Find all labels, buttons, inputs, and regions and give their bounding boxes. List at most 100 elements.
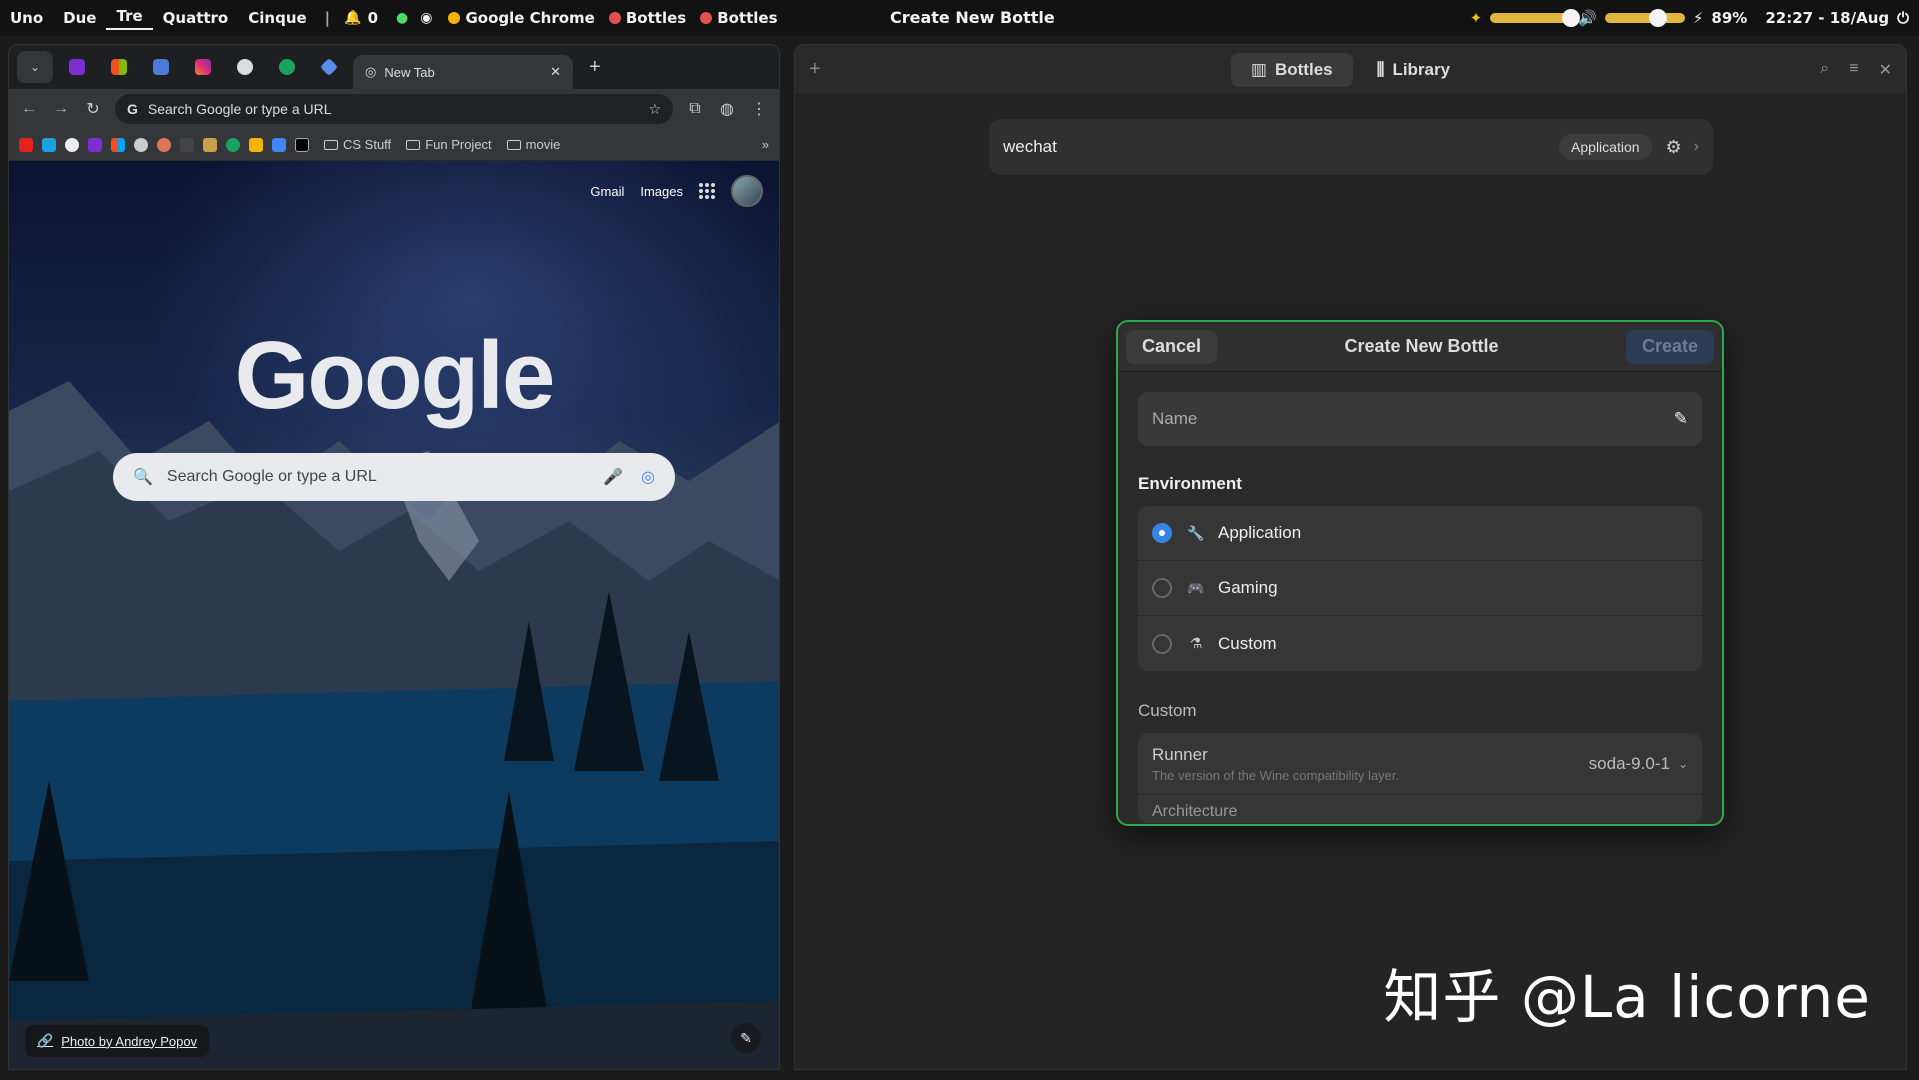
taskbar-bottles-1[interactable]: Bottles [608, 9, 686, 27]
runner-row[interactable]: Runner The version of the Wine compatibi… [1138, 733, 1702, 795]
pinned-tab-3[interactable] [143, 51, 179, 83]
view-bottles[interactable]: ▥ Bottles [1230, 52, 1353, 87]
brightness-slider[interactable] [1490, 9, 1581, 27]
bell-icon[interactable]: 🔔 [344, 10, 361, 26]
chart-icon[interactable] [272, 137, 286, 152]
forward-arrow-icon[interactable]: → [51, 100, 71, 118]
workspace-cinque[interactable]: Cinque [238, 9, 316, 27]
instagram-icon [195, 59, 211, 75]
create-bottle-dialog: Cancel Create New Bottle Create Name ✎ E… [1116, 320, 1724, 826]
microsoft-icon[interactable] [111, 137, 125, 152]
add-bottle-icon[interactable]: + [809, 58, 821, 81]
microphone-icon[interactable]: 🎤 [603, 467, 623, 487]
star-icon[interactable]: ☆ [648, 101, 661, 118]
search-icon: 🔍 [133, 469, 153, 486]
customize-pencil-icon[interactable]: ✎ [731, 1023, 761, 1053]
name-field[interactable]: Name ✎ [1138, 392, 1702, 446]
folder-label: movie [525, 137, 561, 152]
library-icon: ⫼ [1376, 59, 1385, 79]
claude-icon[interactable] [157, 137, 171, 152]
bottle-row-wechat[interactable]: wechat Application ⚙ › [989, 119, 1713, 175]
hamburger-menu-icon[interactable]: ≡ [1849, 60, 1858, 80]
workspace-due[interactable]: Due [53, 9, 106, 27]
environment-option-custom[interactable]: ⚗ Custom [1138, 616, 1702, 671]
bookmark-folder-movie[interactable]: movie [506, 137, 561, 152]
github-icon[interactable] [65, 137, 79, 152]
search-icon[interactable]: ⌕ [1820, 60, 1829, 80]
pinned-tab-2[interactable] [101, 51, 137, 83]
chrome-window: ⌄ ◎ New Tab ✕ + ← → ↻ G Search Google or… [8, 44, 780, 1070]
battery-level: 89% [1711, 9, 1748, 27]
pinned-tab-1[interactable] [59, 51, 95, 83]
power-icon[interactable]: ⏻ [1897, 9, 1909, 27]
create-button[interactable]: Create [1625, 329, 1714, 364]
stack-icon[interactable] [203, 137, 217, 152]
folder-icon [406, 139, 421, 150]
edit-pencil-icon[interactable]: ✎ [1674, 409, 1688, 429]
reload-icon[interactable]: ↻ [83, 99, 103, 119]
volume-slider[interactable] [1604, 9, 1685, 27]
close-icon[interactable]: ✕ [1879, 60, 1892, 80]
tab-new-tab[interactable]: ◎ New Tab ✕ [353, 55, 573, 89]
custom-section-title: Custom [1138, 701, 1197, 720]
pinned-tab-5[interactable] [227, 51, 263, 83]
environment-option-application[interactable]: 🔧 Application [1138, 506, 1702, 561]
bookmark-folder-fun-project[interactable]: Fun Project [406, 137, 492, 152]
cancel-button[interactable]: Cancel [1126, 329, 1218, 364]
leaf-icon[interactable] [226, 137, 240, 152]
taskbar-bottles-2[interactable]: Bottles [700, 9, 778, 27]
tab-search-button[interactable]: ⌄ [17, 51, 53, 83]
folder-label: CS Stuff [343, 137, 392, 152]
notion-icon[interactable] [295, 137, 309, 152]
taskbar-label: Bottles [717, 9, 778, 27]
yahoo-icon [69, 59, 85, 75]
wrench-icon: 🔧 [1187, 524, 1205, 541]
photo-credit[interactable]: 🔗 Photo by Andrey Popov [25, 1025, 210, 1057]
omnibox[interactable]: G Search Google or type a URL ☆ [115, 94, 673, 124]
apps-grid-icon[interactable] [699, 183, 715, 199]
bookmark-folder-cs-stuff[interactable]: CS Stuff [324, 137, 391, 152]
pinned-tab-6[interactable] [269, 51, 305, 83]
new-tab-button[interactable]: + [589, 56, 601, 79]
gear-icon[interactable]: ⚙ [1666, 137, 1682, 158]
view-library[interactable]: ⫼ Library [1357, 53, 1470, 87]
radio-application[interactable] [1152, 523, 1172, 543]
yahoo-icon[interactable] [88, 137, 102, 152]
architecture-row[interactable]: Architecture [1138, 795, 1702, 823]
speaker-icon[interactable]: 🔊 [1578, 9, 1597, 27]
pinned-tab-7[interactable] [311, 51, 347, 83]
environment-title: Environment [1138, 474, 1242, 493]
gmail-link[interactable]: Gmail [590, 184, 624, 199]
workspace-uno[interactable]: Uno [0, 9, 53, 27]
bottle-environment-badge: Application [1559, 134, 1652, 160]
images-link[interactable]: Images [640, 184, 683, 199]
radio-gaming[interactable] [1152, 578, 1172, 598]
youtube-icon[interactable] [19, 137, 33, 152]
environment-option-gaming[interactable]: 🎮 Gaming [1138, 561, 1702, 616]
clock[interactable]: 22:27 - 18/Aug [1765, 9, 1889, 27]
profile-icon[interactable]: ◍ [717, 99, 737, 119]
workspace-tre[interactable]: Tre [106, 7, 153, 30]
ntp-search-placeholder: Search Google or type a URL [166, 468, 377, 485]
wechat-tray-icon[interactable]: ● [396, 10, 408, 26]
lens-icon[interactable]: ◎ [641, 467, 655, 487]
chevron-right-icon[interactable]: › [1694, 138, 1699, 156]
chevron-down-icon[interactable]: ⌄ [1678, 757, 1688, 771]
taskbar-chrome[interactable]: Google Chrome [448, 9, 595, 27]
sparkle-icon[interactable]: ✦ [1470, 9, 1483, 27]
extensions-icon[interactable]: ⧉ [685, 100, 705, 118]
back-arrow-icon[interactable]: ← [19, 100, 39, 118]
more-bookmarks-icon[interactable]: » [762, 137, 769, 152]
pinned-tab-4[interactable] [185, 51, 221, 83]
bilibili-icon[interactable] [42, 137, 56, 152]
workspace-quattro[interactable]: Quattro [153, 9, 239, 27]
steam-tray-icon[interactable]: ◉ [420, 10, 432, 26]
openai-icon[interactable] [134, 137, 148, 152]
ntp-search-box[interactable]: 🔍 Search Google or type a URL 🎤 ◎ [113, 453, 675, 501]
radio-custom[interactable] [1152, 633, 1172, 654]
close-tab-icon[interactable]: ✕ [550, 64, 561, 80]
menu-kebab-icon[interactable]: ⋮ [749, 99, 769, 119]
avatar[interactable] [731, 175, 763, 207]
terminal-icon[interactable] [180, 137, 194, 152]
notes-icon[interactable] [249, 137, 263, 152]
